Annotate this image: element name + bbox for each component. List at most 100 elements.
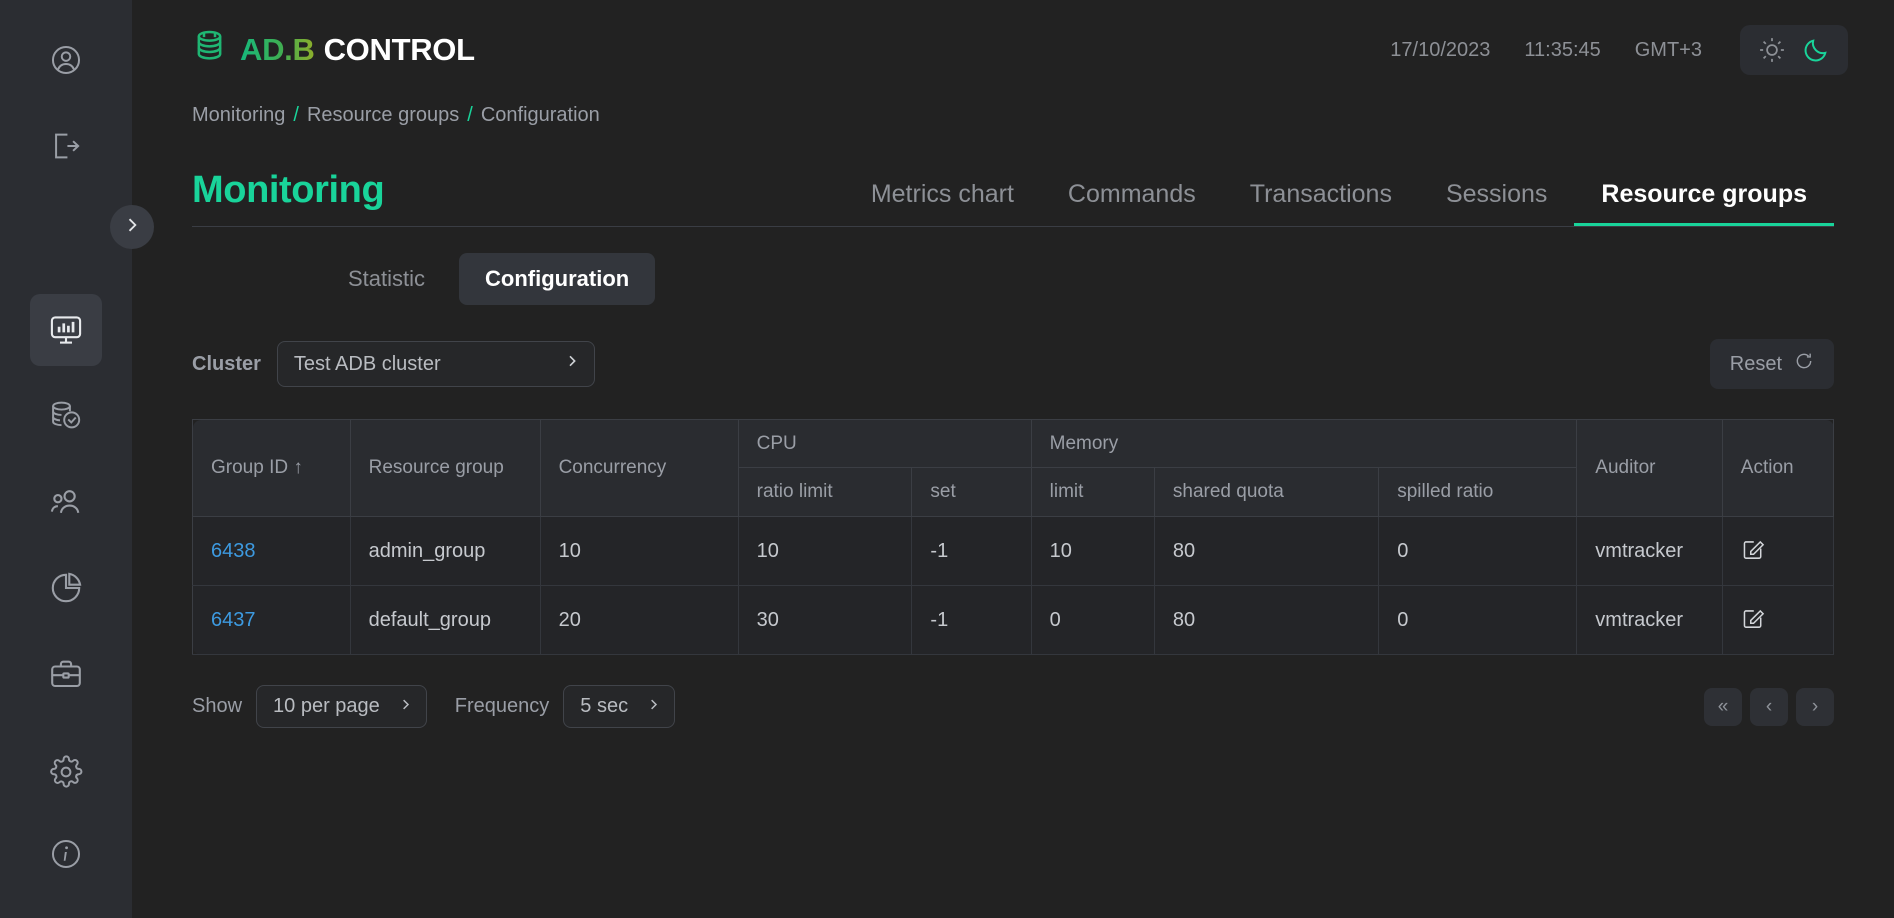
sun-icon[interactable] xyxy=(1756,34,1788,66)
sidebar-item-jobs[interactable] xyxy=(30,638,102,710)
sidebar xyxy=(0,0,132,918)
column-header-group-id[interactable]: Group ID ↑ xyxy=(193,420,351,517)
page-size-value: 10 per page xyxy=(273,695,380,718)
filter-row: Cluster Test ADB cluster Reset xyxy=(132,305,1894,389)
column-header-resource-group[interactable]: Resource group xyxy=(350,420,540,517)
tab-resource-groups[interactable]: Resource groups xyxy=(1574,180,1834,226)
page-title: Monitoring xyxy=(192,169,384,226)
breadcrumb-separator: / xyxy=(467,104,473,127)
database-backup-icon xyxy=(48,398,84,434)
cell-memory-spilled-ratio: 0 xyxy=(1379,586,1577,655)
table-row: 6438 admin_group 10 10 -1 10 80 0 vmtrac… xyxy=(193,517,1834,586)
sidebar-item-monitoring[interactable] xyxy=(30,294,102,366)
briefcase-icon xyxy=(48,656,84,692)
pagination-next-button[interactable]: › xyxy=(1796,688,1834,726)
column-header-group-id-label: Group ID xyxy=(211,457,288,478)
table-row: 6437 default_group 20 30 -1 0 80 0 vmtra… xyxy=(193,586,1834,655)
cell-action xyxy=(1722,517,1833,586)
show-label: Show xyxy=(192,695,242,718)
tab-bar: Metrics chart Commands Transactions Sess… xyxy=(844,180,1834,226)
cell-memory-shared-quota: 80 xyxy=(1154,586,1378,655)
theme-toggle[interactable] xyxy=(1740,25,1848,75)
pagination-prev-button[interactable]: ‹ xyxy=(1750,688,1788,726)
page-header-tabs: Monitoring Metrics chart Commands Transa… xyxy=(132,169,1894,226)
tab-commands[interactable]: Commands xyxy=(1041,180,1223,226)
edit-icon[interactable] xyxy=(1741,535,1767,561)
column-header-concurrency[interactable]: Concurrency xyxy=(540,420,738,517)
gear-icon xyxy=(49,755,83,789)
app-logo[interactable]: AD.B CONTROL xyxy=(192,28,475,73)
logo-secondary-text: CONTROL xyxy=(324,32,475,68)
pagination-first-button[interactable]: « xyxy=(1704,688,1742,726)
cell-concurrency: 20 xyxy=(540,586,738,655)
breadcrumb-item-0[interactable]: Monitoring xyxy=(192,104,285,127)
sidebar-item-users[interactable] xyxy=(30,466,102,538)
sidebar-item-about[interactable] xyxy=(30,818,102,890)
users-icon xyxy=(48,484,84,520)
table-footer: Show 10 per page Frequency 5 sec « ‹ › xyxy=(132,655,1894,728)
breadcrumb-item-1[interactable]: Resource groups xyxy=(307,104,459,127)
current-time: 11:35:45 xyxy=(1524,39,1600,62)
cell-resource-group: default_group xyxy=(350,586,540,655)
column-header-cpu-ratio-limit: ratio limit xyxy=(738,468,912,517)
column-group-header-memory: Memory xyxy=(1031,420,1577,468)
frequency-value: 5 sec xyxy=(580,695,628,718)
cell-auditor: vmtracker xyxy=(1577,586,1723,655)
sidebar-item-account[interactable] xyxy=(30,24,102,96)
cell-memory-spilled-ratio: 0 xyxy=(1379,517,1577,586)
database-stack-logo-icon xyxy=(192,28,232,73)
cell-cpu-set: -1 xyxy=(912,517,1031,586)
sort-ascending-icon[interactable]: ↑ xyxy=(293,457,303,478)
cell-group-id: 6438 xyxy=(193,517,351,586)
cell-memory-limit: 0 xyxy=(1031,586,1154,655)
account-icon xyxy=(49,43,83,77)
reset-button[interactable]: Reset xyxy=(1710,339,1834,389)
column-header-action: Action xyxy=(1722,420,1833,517)
column-header-auditor[interactable]: Auditor xyxy=(1577,420,1723,517)
column-header-memory-limit: limit xyxy=(1031,468,1154,517)
info-icon xyxy=(49,837,83,871)
frequency-select[interactable]: 5 sec xyxy=(563,685,675,728)
resource-groups-table-container: Group ID ↑ Resource group Concurrency CP… xyxy=(132,389,1894,655)
current-date: 17/10/2023 xyxy=(1390,39,1490,62)
column-header-memory-spilled-ratio: spilled ratio xyxy=(1379,468,1577,517)
group-id-link[interactable]: 6438 xyxy=(211,540,256,562)
column-group-header-cpu: CPU xyxy=(738,420,1031,468)
cell-memory-limit: 10 xyxy=(1031,517,1154,586)
sidebar-item-logout[interactable] xyxy=(30,110,102,182)
cell-concurrency: 10 xyxy=(540,517,738,586)
cell-memory-shared-quota: 80 xyxy=(1154,517,1378,586)
sidebar-expand-button[interactable] xyxy=(110,205,154,249)
tab-transactions[interactable]: Transactions xyxy=(1223,180,1419,226)
column-header-memory-shared-quota: shared quota xyxy=(1154,468,1378,517)
timezone-label: GMT+3 xyxy=(1635,39,1702,62)
sidebar-bottom-nav xyxy=(30,736,102,900)
tab-sessions[interactable]: Sessions xyxy=(1419,180,1574,226)
sidebar-item-reports[interactable] xyxy=(30,552,102,624)
reset-button-label: Reset xyxy=(1730,353,1782,376)
sidebar-item-backup[interactable] xyxy=(30,380,102,452)
cell-cpu-ratio-limit: 10 xyxy=(738,517,912,586)
sidebar-item-settings[interactable] xyxy=(30,736,102,808)
chevron-right-icon xyxy=(646,695,661,718)
logo-primary-text: AD.B xyxy=(240,32,315,68)
cell-cpu-set: -1 xyxy=(912,586,1031,655)
edit-icon[interactable] xyxy=(1741,604,1767,630)
cluster-select[interactable]: Test ADB cluster xyxy=(277,341,595,387)
cell-action xyxy=(1722,586,1833,655)
top-bar-right: 17/10/2023 11:35:45 GMT+3 xyxy=(1390,25,1848,75)
refresh-icon xyxy=(1794,351,1814,377)
group-id-link[interactable]: 6437 xyxy=(211,609,256,631)
cell-cpu-ratio-limit: 30 xyxy=(738,586,912,655)
breadcrumb-separator: / xyxy=(293,104,299,127)
cell-resource-group: admin_group xyxy=(350,517,540,586)
subtab-statistic[interactable]: Statistic xyxy=(322,253,451,305)
main-content: AD.B CONTROL 17/10/2023 11:35:45 GMT+3 xyxy=(132,0,1894,918)
cluster-select-value: Test ADB cluster xyxy=(294,353,441,376)
subtab-configuration[interactable]: Configuration xyxy=(459,253,655,305)
pie-chart-icon xyxy=(48,570,84,606)
page-size-select[interactable]: 10 per page xyxy=(256,685,427,728)
logout-icon xyxy=(49,129,83,163)
tab-metrics-chart[interactable]: Metrics chart xyxy=(844,180,1041,226)
moon-icon[interactable] xyxy=(1800,34,1832,66)
